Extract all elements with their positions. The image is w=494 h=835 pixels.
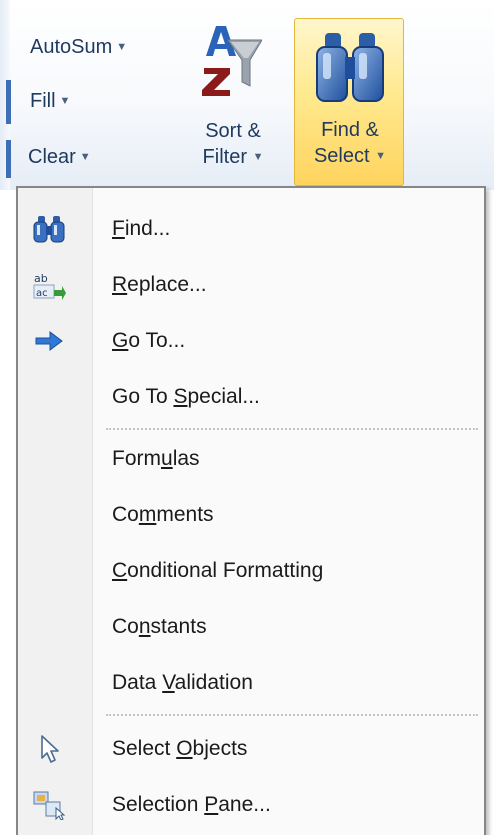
label-text: pecial...: [187, 385, 260, 408]
menu-item-go-to-special-label: Go To Special...: [112, 370, 260, 424]
access-key: S: [173, 385, 188, 408]
access-key: P: [204, 793, 219, 816]
svg-text:ac: ac: [36, 288, 48, 299]
menu-item-formulas[interactable]: Formulas: [18, 432, 484, 486]
find-select-button[interactable]: Find & Select ▼: [294, 18, 404, 186]
sort-filter-line1: Sort &: [205, 120, 261, 142]
clear-label: Clear: [28, 146, 76, 168]
ribbon-left-marker: [6, 140, 11, 178]
sort-filter-label: Sort & Filter ▼: [188, 118, 278, 170]
label-text: eplace...: [127, 273, 207, 296]
menu-item-find[interactable]: Find...: [18, 202, 484, 256]
find-select-dropdown-menu: Find... ab ac Replace... Go To... Go To …: [16, 186, 486, 835]
label-text: ments: [156, 503, 214, 526]
access-key: G: [112, 329, 129, 352]
menu-item-find-label: Find...: [112, 202, 170, 256]
access-key: O: [176, 737, 193, 760]
menu-item-formulas-label: Formulas: [112, 432, 200, 486]
label-text: Co: [112, 503, 139, 526]
access-key: C: [112, 559, 128, 582]
find-select-line2: Select: [313, 145, 370, 167]
menu-item-selection-pane-label: Selection Pane...: [112, 778, 271, 832]
clear-dropdown-arrow: ▼: [79, 151, 91, 163]
menu-item-select-objects[interactable]: Select Objects: [18, 722, 484, 776]
menu-item-data-validation[interactable]: Data Validation: [18, 656, 484, 710]
menu-item-constants[interactable]: Constants: [18, 600, 484, 654]
label-text: Form: [112, 447, 161, 470]
clear-button[interactable]: Clear ▼: [28, 146, 91, 169]
replace-icon: ab ac: [33, 272, 66, 300]
menu-item-comments-label: Comments: [112, 488, 214, 542]
autosum-button[interactable]: AutoSum ▼: [30, 36, 127, 59]
sort-filter-dropdown-arrow: ▼: [252, 151, 264, 163]
sort-filter-line2: Filter: [202, 146, 247, 168]
fill-dropdown-arrow: ▼: [59, 95, 71, 107]
label-text: Select: [112, 737, 177, 760]
label-text: Go To: [112, 385, 174, 408]
label-text: stants: [150, 615, 207, 638]
menu-item-replace-label: Replace...: [112, 258, 207, 312]
label-text: o To...: [128, 329, 186, 352]
binoculars-icon: [316, 33, 384, 102]
access-key: F: [112, 217, 125, 240]
access-key: m: [138, 503, 157, 526]
access-key: u: [161, 447, 173, 470]
menu-item-replace[interactable]: ab ac Replace...: [18, 258, 484, 312]
label-text: ind...: [124, 217, 171, 240]
svg-text:ab: ab: [34, 272, 48, 285]
label-text: Co: [112, 615, 139, 638]
ribbon-editing-group: AutoSum▼ Fill▼ Clear▼ Sort & Filter ▼: [0, 0, 494, 190]
menu-item-go-to-label: Go To...: [112, 314, 185, 368]
binoculars-icon: [33, 216, 65, 243]
label-text: alidation: [174, 671, 253, 694]
label-text: onditional Formatting: [127, 559, 324, 582]
menu-item-go-to[interactable]: Go To...: [18, 314, 484, 368]
select-objects-cursor-icon: [41, 735, 59, 763]
label-text: ane...: [218, 793, 271, 816]
label-text: Selection: [112, 793, 205, 816]
menu-item-data-validation-label: Data Validation: [112, 656, 253, 710]
access-key: R: [112, 273, 128, 296]
find-select-label: Find & Select ▼: [295, 117, 405, 169]
menu-item-constants-label: Constants: [112, 600, 207, 654]
menu-item-conditional-formatting-label: Conditional Formatting: [112, 544, 323, 598]
access-key: V: [162, 671, 175, 694]
label-text: bjects: [192, 737, 248, 760]
fill-button[interactable]: Fill ▼: [30, 90, 70, 113]
access-key: n: [138, 615, 151, 638]
fill-label: Fill: [30, 90, 56, 112]
go-to-arrow-icon: [35, 331, 63, 351]
menu-item-selection-pane[interactable]: Selection Pane...: [18, 778, 484, 832]
menu-separator: [106, 714, 478, 716]
find-select-line1: Find &: [321, 119, 379, 141]
menu-separator: [106, 428, 478, 430]
menu-item-go-to-special[interactable]: Go To Special...: [18, 370, 484, 424]
autosum-dropdown-arrow[interactable]: ▼: [116, 41, 127, 53]
selection-pane-icon: [33, 791, 66, 820]
menu-item-comments[interactable]: Comments: [18, 488, 484, 542]
ribbon-left-marker: [6, 80, 11, 124]
autosum-label: AutoSum: [30, 36, 113, 58]
sort-az-funnel-icon: [202, 26, 262, 96]
menu-item-select-objects-label: Select Objects: [112, 722, 247, 776]
find-select-dropdown-arrow: ▼: [375, 150, 387, 162]
label-text: Data: [112, 671, 163, 694]
label-text: las: [172, 447, 200, 470]
menu-item-conditional-formatting[interactable]: Conditional Formatting: [18, 544, 484, 598]
